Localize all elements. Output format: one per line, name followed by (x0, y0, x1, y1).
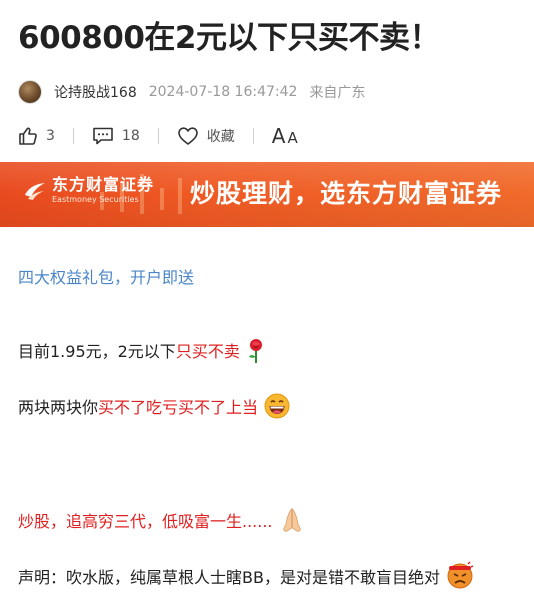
brand-name: 东方财富证券 (52, 175, 155, 194)
divider (72, 128, 74, 144)
like-count: 3 (46, 128, 55, 144)
article-title: 600800在2元以下只买不卖！ (18, 20, 441, 56)
post-time: 2024-07-18 16:47:42 (148, 84, 298, 100)
divider (157, 128, 159, 144)
angry-emoji (447, 561, 474, 589)
banner-slogan: 炒股理财，选东方财富证券 (190, 179, 503, 208)
comment-icon (93, 127, 113, 145)
comment-button[interactable]: 18 (92, 126, 140, 146)
paragraph-text: 声明：吹水版，纯属草根人士瞎BB，是对是错不敢盲目绝对 (18, 568, 440, 587)
eastmoney-logo-icon (25, 183, 45, 200)
brand-logo-block: 东方财富证券 Eastmoney Securities (22, 176, 154, 206)
font-big-glyph: A (271, 124, 286, 148)
post-location: 来自广东 (309, 85, 366, 101)
paragraph-disclaimer: 声明：吹水版，纯属草根人士瞎BB，是对是错不敢盲目绝对 (18, 560, 475, 590)
font-size-button[interactable]: A A (272, 124, 298, 148)
article-meta: 论持股战168 2024-07-18 16:47:42 来自广东 (18, 79, 365, 105)
action-bar: 3 18 收藏 A A (18, 122, 298, 150)
heart-icon (177, 127, 198, 145)
ad-banner[interactable]: 东方财富证券 Eastmoney Securities 炒股理财，选东方财富证券 (0, 162, 534, 227)
paragraph-text: 目前1.95元，2元以下 (18, 342, 176, 361)
pray-emoji (282, 507, 301, 532)
avatar[interactable] (18, 80, 42, 104)
author-name[interactable]: 论持股战168 (54, 82, 137, 102)
grin-emoji (264, 393, 290, 419)
like-icon (19, 127, 37, 145)
highlight-text: 只买不卖 (175, 342, 240, 361)
comment-count: 18 (121, 128, 140, 144)
brand-name-en: Eastmoney Securities (52, 195, 139, 204)
promo-link[interactable]: 四大权益礼包，开户即送 (18, 266, 194, 290)
paragraph-slogan: 两块两块你买不了吃亏买不了上当 (18, 392, 291, 420)
highlight-text: 买不了吃亏买不了上当 (98, 398, 259, 417)
paragraph-text: 两块两块你 (18, 398, 99, 417)
paragraph-price: 目前1.95元，2元以下只买不卖 (18, 338, 267, 364)
rose-emoji (248, 339, 262, 363)
divider (252, 128, 254, 144)
font-small-glyph: A (287, 129, 298, 147)
like-button[interactable]: 3 (18, 126, 55, 146)
favorite-label: 收藏 (206, 129, 235, 145)
favorite-button[interactable]: 收藏 (177, 126, 235, 146)
paragraph-advice: 炒股，追高穷三代，低吸富一生...... (18, 506, 306, 534)
highlight-text: 炒股，追高穷三代，低吸富一生...... (18, 512, 273, 531)
